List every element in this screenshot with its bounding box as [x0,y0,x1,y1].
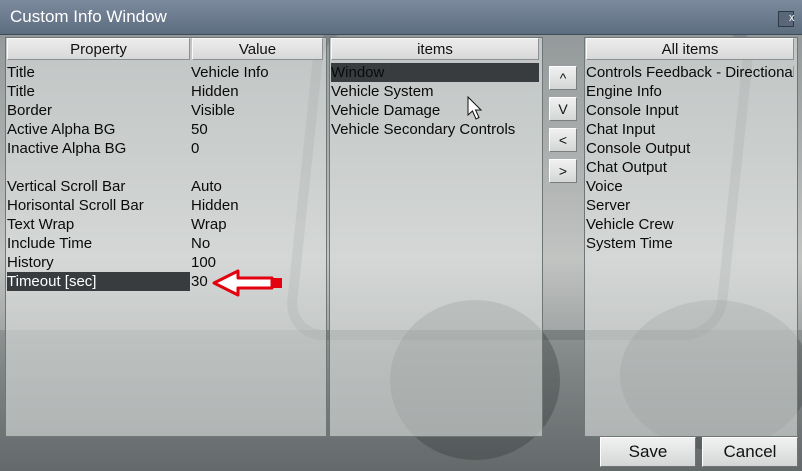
all-items-list-item[interactable]: Voice [586,177,794,196]
items-list-item[interactable]: Window [331,63,539,82]
property-name[interactable]: Title [7,63,190,82]
pointer-arrow-icon [212,269,282,297]
property-value[interactable]: Hidden [191,196,321,215]
property-name[interactable]: Horisontal Scroll Bar [7,196,190,215]
all-items-list-item[interactable]: Console Output [586,139,794,158]
property-value[interactable]: No [191,234,321,253]
value-column-header[interactable]: Value [192,38,323,60]
property-name[interactable]: Include Time [7,234,190,253]
items-list-item[interactable]: Vehicle System [331,82,539,101]
add-item-button[interactable]: < [549,128,577,152]
property-name[interactable]: Active Alpha BG [7,120,190,139]
move-down-button[interactable]: V [549,97,577,121]
all-items-list-item[interactable]: Engine Info [586,82,794,101]
remove-item-button[interactable]: > [549,159,577,183]
property-value[interactable]: Auto [191,177,321,196]
all-items-header[interactable]: All items [586,38,794,60]
property-name[interactable]: Text Wrap [7,215,190,234]
items-header[interactable]: items [331,38,539,60]
property-name[interactable]: Title [7,82,190,101]
property-name[interactable]: Border [7,101,190,120]
property-name[interactable]: Timeout [sec] [7,272,190,291]
all-items-list-item[interactable]: Controls Feedback - Directional [586,63,794,82]
items-list-item[interactable]: Vehicle Secondary Controls [331,120,539,139]
window-title: Custom Info Window [10,7,167,26]
save-button[interactable]: Save [600,437,696,467]
property-value[interactable]: Hidden [191,82,321,101]
property-name[interactable]: History [7,253,190,272]
items-list-item[interactable]: Vehicle Damage [331,101,539,120]
move-up-button[interactable]: ^ [549,66,577,90]
all-items-list-item[interactable]: Console Input [586,101,794,120]
property-value[interactable]: 0 [191,139,321,158]
mouse-cursor-icon [467,96,483,120]
all-items-list-item[interactable]: Vehicle Crew [586,215,794,234]
all-items-list-item[interactable]: Server [586,196,794,215]
property-value[interactable]: Visible [191,101,321,120]
all-items-list-item[interactable]: Chat Input [586,120,794,139]
property-name[interactable]: Vertical Scroll Bar [7,177,190,196]
cancel-button[interactable]: Cancel [702,437,798,467]
property-value[interactable]: Vehicle Info [191,63,321,82]
all-items-list-item[interactable]: System Time [586,234,794,253]
property-value[interactable]: Wrap [191,215,321,234]
close-button[interactable]: x [778,11,795,27]
all-items-list-item[interactable]: Chat Output [586,158,794,177]
property-name[interactable]: Inactive Alpha BG [7,139,190,158]
property-value[interactable]: 50 [191,120,321,139]
window-titlebar[interactable]: Custom Info Window x [0,0,802,35]
property-column-header[interactable]: Property [7,38,190,60]
